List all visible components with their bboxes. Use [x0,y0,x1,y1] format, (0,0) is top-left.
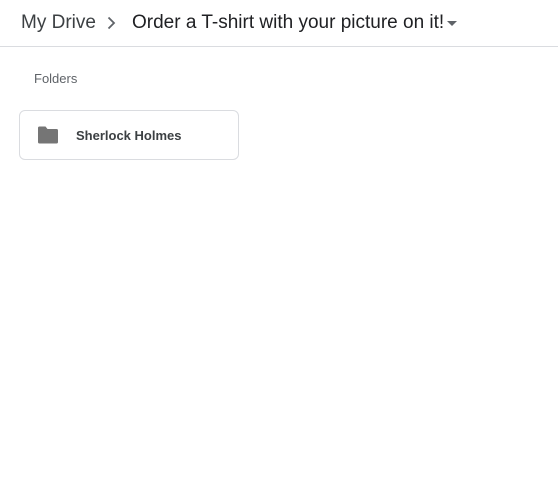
breadcrumb: My Drive Order a T-shirt with your pictu… [0,0,558,47]
breadcrumb-current-folder[interactable]: Order a T-shirt with your picture on it! [132,11,444,35]
caret-down-icon[interactable] [442,13,462,33]
drive-page: My Drive Order a T-shirt with your pictu… [0,0,558,477]
folders-section-label: Folders [34,71,78,86]
folder-name: Sherlock Holmes [76,128,182,143]
folder-item[interactable]: Sherlock Holmes [19,110,239,160]
folder-icon [37,125,59,145]
breadcrumb-my-drive[interactable]: My Drive [21,11,96,35]
chevron-right-icon [103,15,119,31]
